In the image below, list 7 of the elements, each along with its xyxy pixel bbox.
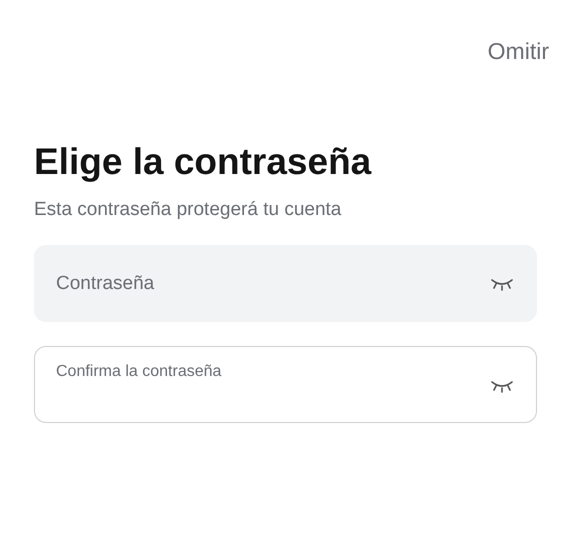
skip-button[interactable]: Omitir <box>488 36 549 67</box>
password-field[interactable]: Contraseña <box>34 245 537 322</box>
password-field[interactable]: Confirma la contraseña <box>34 346 537 423</box>
page-title: Elige la contraseña <box>34 141 372 183</box>
hidden-eye-icon[interactable] <box>490 378 514 392</box>
page-subtitle: Esta contraseña protegerá tu cuenta <box>34 199 342 221</box>
hidden-eye-icon[interactable] <box>490 276 514 290</box>
